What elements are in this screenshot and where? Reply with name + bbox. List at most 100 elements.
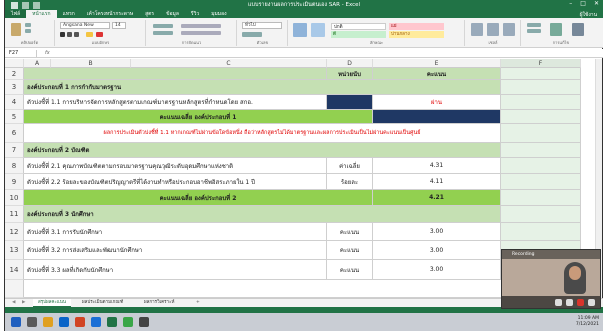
fill-icon[interactable] [527,29,541,33]
unit-cell[interactable]: ร้อยละ [327,174,373,190]
header-cell-score[interactable]: คะแนน [373,68,501,80]
maximize-icon[interactable]: □ [580,0,586,7]
font-size-input[interactable]: 14 [112,22,126,29]
percent-icon[interactable] [242,32,262,37]
row-header[interactable]: 10 [5,190,24,206]
delete-cells-icon[interactable] [487,23,499,36]
copy-icon[interactable] [25,29,31,33]
cell-f[interactable] [501,124,581,143]
system-tray[interactable]: 11:09 AM 7/12/2021 [576,316,599,328]
cell-f[interactable] [501,95,581,110]
style-good[interactable]: ดี [331,31,386,38]
search-icon[interactable] [27,317,37,327]
column-header-c[interactable]: C [131,59,327,68]
select-all[interactable] [5,59,24,68]
tab-formulas[interactable]: สูตร [139,10,160,18]
row-header[interactable]: 9 [5,174,24,190]
mic-icon[interactable] [566,298,573,306]
conditional-format-icon[interactable] [293,23,307,37]
row-header[interactable]: 8 [5,158,24,174]
row-header[interactable]: 7 [5,143,24,158]
unit-cell[interactable]: ค่าเฉลี่ย [327,158,373,174]
underline-icon[interactable] [74,32,79,37]
summary-cell[interactable]: คะแนนเฉลี่ย องค์ประกอบที่ 1 [24,110,373,124]
header-cell-unit[interactable]: หน่วยนับ [327,68,373,80]
column-header-b[interactable]: B [51,59,131,68]
column-header-e[interactable]: E [373,59,501,68]
style-normal[interactable]: ปกติ [331,23,386,30]
line-icon[interactable] [123,317,133,327]
row-header[interactable]: 13 [5,241,24,260]
cell-f[interactable] [501,80,581,95]
score-cell[interactable]: ผ่าน [373,95,501,110]
minimize-icon[interactable]: – [569,0,572,7]
sort-filter-icon[interactable] [550,23,562,36]
file-explorer-icon[interactable] [43,317,53,327]
section-heading[interactable]: องค์ประกอบที่ 3 นักศึกษา [24,206,501,223]
more-icon[interactable] [588,298,595,306]
column-header-a[interactable]: A [24,59,51,68]
tab-data[interactable]: ข้อมูล [160,10,185,18]
header-cell-indicator[interactable] [24,68,327,80]
cut-icon[interactable] [25,23,31,27]
cell-f[interactable] [501,158,581,174]
align-icon[interactable] [153,24,173,28]
unit-cell[interactable]: คะแนน [327,260,373,280]
indicator-cell[interactable]: ตัวบ่งชี้ที่ 3.2 การส่งเสริมและพัฒนานักศ… [24,241,327,260]
font-name-input[interactable]: Angsana New [60,22,110,29]
merge-center-icon[interactable] [181,31,221,35]
score-cell[interactable]: 3.00 [373,223,501,241]
italic-icon[interactable] [67,32,72,37]
insert-cells-icon[interactable] [471,23,483,36]
row-header[interactable]: 12 [5,223,24,241]
unit-cell[interactable] [327,95,373,110]
powerpoint-icon[interactable] [75,317,85,327]
sheet-tab[interactable]: ผลประเมินตามเกณฑ์ [77,299,128,307]
row-header[interactable]: 6 [5,124,24,143]
number-format-select[interactable]: ทั่วไป [242,22,282,29]
indicator-cell[interactable]: ตัวบ่งชี้ที่ 2.1 คุณภาพบัณฑิตตามกรอบมาตร… [24,158,327,174]
row-header[interactable]: 4 [5,95,24,110]
row-header[interactable]: 14 [5,260,24,280]
add-sheet-button[interactable]: + [191,299,205,307]
row-header[interactable]: 5 [5,110,24,124]
format-cells-icon[interactable] [503,23,515,36]
sheet-tab[interactable]: สรุปผลคะแนน [33,299,71,307]
find-select-icon[interactable] [572,23,584,36]
excel-icon[interactable] [107,317,117,327]
font-color-icon[interactable] [96,32,103,37]
cell-f[interactable] [501,143,581,158]
column-header-f[interactable]: F [501,59,581,68]
indicator-cell[interactable]: ตัวบ่งชี้ที่ 2.2 ร้อยละของบัณฑิตปริญญาตร… [24,174,327,190]
close-icon[interactable]: ✕ [594,0,599,7]
section-heading[interactable]: องค์ประกอบที่ 2 บัณฑิต [24,143,501,158]
unit-cell[interactable]: คะแนน [327,223,373,241]
bold-icon[interactable] [60,32,65,37]
wrap-text-icon[interactable] [181,24,221,28]
fx-icon[interactable]: fx [45,50,50,57]
tab-insert[interactable]: แทรก [57,10,81,18]
tab-page-layout[interactable]: เค้าโครงหน้ากระดาษ [81,10,139,18]
style-neutral[interactable]: ปานกลาง [389,31,444,38]
score-cell[interactable]: 3.00 [373,241,501,260]
cell-f[interactable] [501,223,581,241]
summary-cell[interactable]: คะแนนเฉลี่ย องค์ประกอบที่ 2 [24,190,373,206]
word-icon[interactable] [91,317,101,327]
row-header[interactable]: 11 [5,206,24,223]
unit-cell[interactable]: คะแนน [327,241,373,260]
cell-f[interactable] [501,110,581,124]
sheet-nav-right-icon[interactable]: ▶ [17,299,30,307]
summary-score-cell[interactable] [373,110,501,124]
app-icon[interactable] [139,317,149,327]
cell-f[interactable] [501,190,581,206]
tab-review[interactable]: รีวิว [185,10,205,18]
format-as-table-icon[interactable] [311,23,325,37]
tab-home[interactable]: หน้าแรก [26,10,57,18]
score-cell[interactable]: 4.31 [373,158,501,174]
empty-row[interactable] [24,280,581,298]
webcam-overlay[interactable]: Recording [501,249,601,309]
score-cell[interactable]: 3.00 [373,260,501,280]
cell-f[interactable] [501,174,581,190]
sheet-tab[interactable]: ผลการวิเคราะห์ [139,299,179,307]
paste-icon[interactable] [11,23,21,36]
